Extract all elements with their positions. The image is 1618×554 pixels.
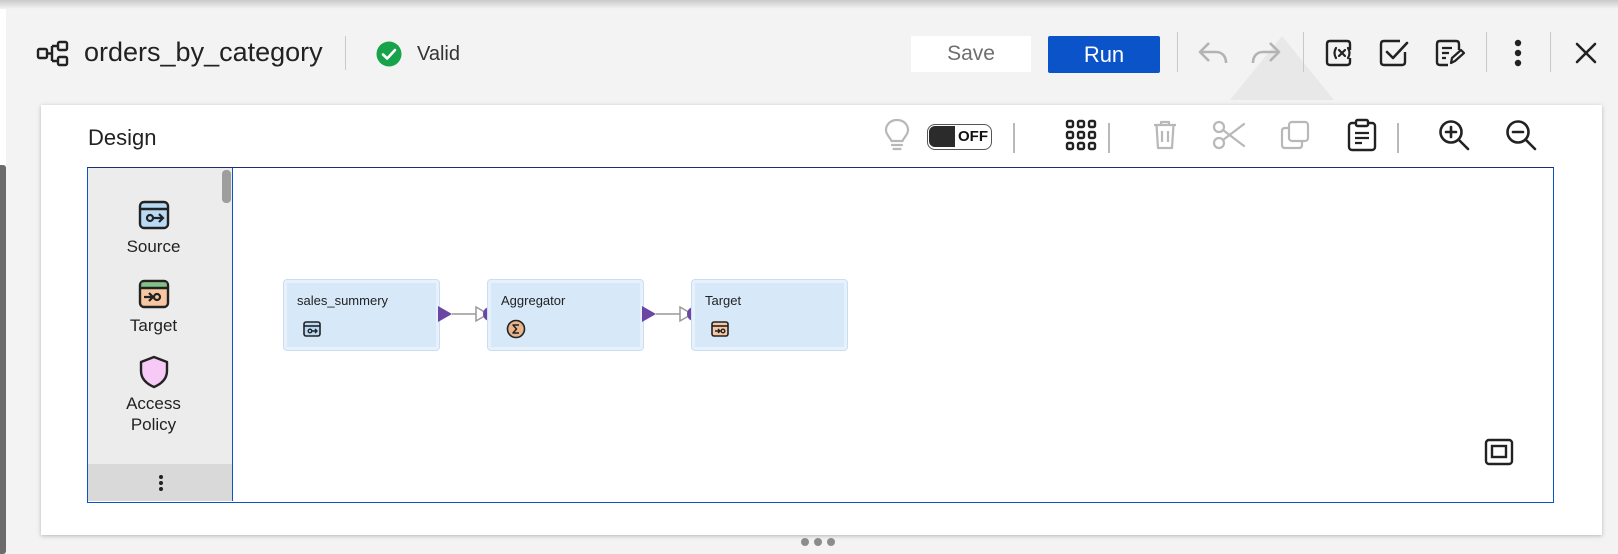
more-vertical-icon bbox=[1514, 39, 1522, 67]
zoom-out-icon bbox=[1506, 120, 1537, 151]
more-vertical-icon bbox=[158, 474, 163, 491]
palette-item-access-policy[interactable]: Access Policy bbox=[88, 355, 219, 435]
cut-button[interactable] bbox=[1209, 115, 1249, 155]
copy-button[interactable] bbox=[1275, 115, 1315, 155]
more-button[interactable] bbox=[1500, 35, 1536, 71]
mapping-title: orders_by_category bbox=[84, 37, 323, 67]
auto-arrange-button[interactable] bbox=[1061, 115, 1101, 155]
resize-handle[interactable] bbox=[801, 538, 843, 548]
top-shadow bbox=[0, 0, 1618, 9]
canvas-node-target[interactable]: Target bbox=[691, 279, 848, 351]
output-port bbox=[642, 306, 656, 322]
palette-label: Policy bbox=[130, 415, 177, 434]
grip-dot bbox=[814, 538, 822, 546]
source-icon bbox=[138, 200, 169, 230]
valid-check-icon bbox=[376, 41, 402, 67]
paste-button[interactable] bbox=[1342, 115, 1382, 155]
recommendations-toggle[interactable]: OFF bbox=[927, 124, 992, 150]
node-label: Target bbox=[705, 293, 742, 308]
undo-icon bbox=[1198, 42, 1228, 64]
header-divider bbox=[1550, 32, 1551, 72]
parameters-button[interactable] bbox=[1321, 35, 1357, 71]
left-scrollbar[interactable] bbox=[0, 165, 6, 554]
toolbar-divider bbox=[1397, 123, 1399, 153]
palette-scrollbar[interactable] bbox=[222, 170, 231, 203]
redo-icon bbox=[1251, 42, 1281, 64]
status-text: Valid bbox=[417, 43, 460, 65]
design-title: Design bbox=[88, 125, 157, 150]
run-button[interactable]: Run bbox=[1048, 36, 1160, 73]
design-panel: Design OFF Source Target Access Policy s… bbox=[41, 105, 1602, 535]
design-canvas[interactable]: Source Target Access Policy sales_summer… bbox=[87, 167, 1554, 503]
header-divider bbox=[1486, 32, 1487, 72]
source-icon bbox=[303, 321, 321, 337]
minimap-icon[interactable] bbox=[1484, 438, 1514, 466]
header-divider bbox=[345, 36, 346, 70]
edit-properties-icon bbox=[1435, 39, 1466, 67]
lightbulb-icon bbox=[884, 118, 910, 151]
mapping-header: orders_by_category Valid Save Run bbox=[0, 18, 1618, 100]
undo-button[interactable] bbox=[1195, 35, 1231, 71]
close-button[interactable] bbox=[1568, 35, 1604, 71]
grip-dot bbox=[827, 538, 835, 546]
cut-icon bbox=[1212, 120, 1246, 150]
header-divider bbox=[1177, 32, 1178, 72]
sigma-icon bbox=[506, 319, 526, 339]
node-label: sales_summery bbox=[297, 293, 389, 308]
palette-item-target[interactable]: Target bbox=[88, 277, 219, 336]
toolbar-divider bbox=[1108, 123, 1110, 153]
target-icon bbox=[138, 279, 169, 309]
recommendations-button[interactable] bbox=[877, 115, 917, 155]
close-icon bbox=[1575, 42, 1597, 64]
zoom-out-button[interactable] bbox=[1501, 115, 1541, 155]
header-divider bbox=[1303, 32, 1304, 72]
validate-icon bbox=[1379, 39, 1409, 67]
save-button[interactable]: Save bbox=[911, 36, 1031, 72]
palette-label: Access bbox=[126, 394, 181, 413]
edit-properties-button[interactable] bbox=[1432, 35, 1468, 71]
transformation-palette: Source Target Access Policy bbox=[88, 168, 233, 501]
toggle-label: OFF bbox=[958, 128, 988, 145]
palette-more-button[interactable] bbox=[88, 464, 232, 501]
zoom-in-icon bbox=[1439, 120, 1470, 151]
palette-label: Target bbox=[129, 316, 178, 335]
validate-button[interactable] bbox=[1376, 35, 1412, 71]
canvas-node-aggregator[interactable]: Aggregator bbox=[487, 279, 644, 351]
copy-icon bbox=[1280, 120, 1310, 150]
output-port bbox=[438, 306, 452, 322]
target-icon bbox=[711, 321, 729, 337]
toggle-knob bbox=[929, 126, 955, 147]
delete-icon bbox=[1154, 120, 1176, 150]
mapping-icon bbox=[36, 40, 69, 67]
canvas-node-source[interactable]: sales_summery bbox=[283, 279, 440, 351]
paste-icon bbox=[1347, 118, 1377, 152]
parameters-icon bbox=[1325, 39, 1352, 67]
grip-dot bbox=[801, 538, 809, 546]
grid-icon bbox=[1065, 119, 1097, 151]
palette-label: Source bbox=[126, 237, 181, 256]
delete-button[interactable] bbox=[1145, 115, 1185, 155]
shield-icon bbox=[139, 355, 168, 389]
palette-item-source[interactable]: Source bbox=[88, 198, 219, 257]
zoom-in-button[interactable] bbox=[1434, 115, 1474, 155]
redo-button[interactable] bbox=[1248, 35, 1284, 71]
node-label: Aggregator bbox=[501, 293, 566, 308]
toolbar-divider bbox=[1013, 123, 1015, 153]
